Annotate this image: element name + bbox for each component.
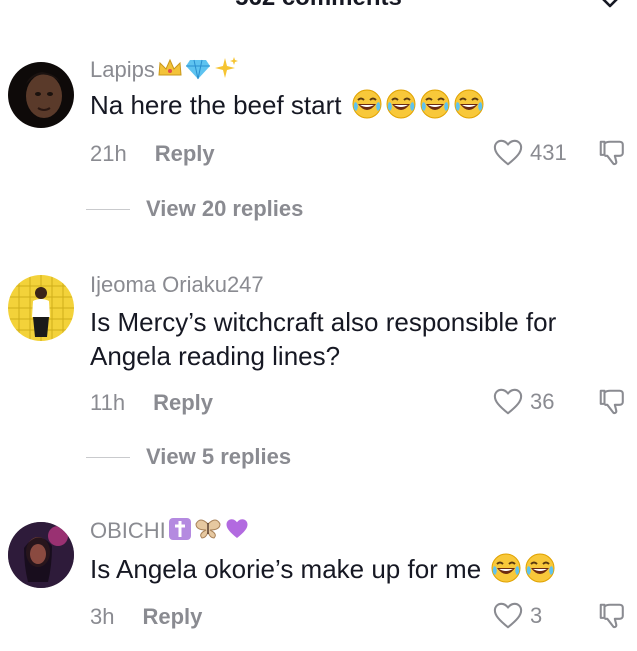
comment-meta: 3h Reply	[90, 604, 202, 630]
reply-button[interactable]: Reply	[142, 604, 202, 629]
laughing-tears-emoji-icon	[453, 88, 485, 128]
avatar[interactable]	[8, 275, 74, 341]
laughing-tears-emoji-icon	[385, 88, 417, 128]
comment-text: Is Angela okorie’s make up for me	[90, 552, 625, 592]
like-count: 431	[530, 140, 567, 165]
comment-username[interactable]: Ijeoma Oriaku247	[90, 272, 264, 298]
like-count: 3	[530, 603, 543, 628]
view-replies-button[interactable]: View 20 replies	[86, 196, 303, 222]
comment-time: 3h	[90, 604, 115, 629]
comment-time: 21h	[90, 141, 127, 166]
like-button[interactable]: 431	[492, 138, 567, 168]
close-button[interactable]	[597, 0, 623, 16]
thumbs-down-icon	[597, 601, 627, 631]
latin-cross-emoji-icon	[168, 517, 192, 547]
like-count: 36	[530, 389, 555, 414]
dislike-button[interactable]	[597, 387, 627, 417]
like-button[interactable]: 36	[492, 387, 554, 417]
like-button[interactable]: 3	[492, 601, 542, 631]
laughing-tears-emoji-icon	[351, 88, 383, 128]
laughing-tears-emoji-icon	[419, 88, 451, 128]
comment-meta: 11h Reply	[90, 390, 213, 416]
comments-header: 562 comments	[0, 0, 637, 30]
comment-text: Na here the beef start	[90, 88, 625, 128]
reply-button[interactable]: Reply	[153, 390, 213, 415]
gem-emoji-icon	[185, 56, 211, 86]
dislike-button[interactable]	[597, 138, 627, 168]
reply-button[interactable]: Reply	[155, 141, 215, 166]
butterfly-emoji-icon	[194, 518, 222, 546]
avatar[interactable]	[8, 522, 74, 588]
heart-icon	[492, 387, 524, 417]
sparkles-emoji-icon	[213, 56, 239, 86]
thumbs-down-icon	[597, 387, 627, 417]
view-replies-button[interactable]: View 5 replies	[86, 444, 291, 470]
heart-icon	[492, 601, 524, 631]
laughing-tears-emoji-icon	[524, 552, 556, 592]
dislike-button[interactable]	[597, 601, 627, 631]
avatar[interactable]	[8, 62, 74, 128]
replies-divider	[86, 208, 130, 210]
heart-icon	[492, 138, 524, 168]
thumbs-down-icon	[597, 138, 627, 168]
crown-emoji-icon	[157, 57, 183, 85]
comment-time: 11h	[90, 390, 126, 415]
comments-count-title: 562 comments	[0, 0, 637, 12]
laughing-tears-emoji-icon	[490, 552, 522, 592]
replies-divider	[86, 456, 130, 458]
comment-text: Is Mercy’s witchcraft also responsible f…	[90, 307, 557, 371]
close-chevron-icon	[602, 0, 618, 8]
comment-meta: 21h Reply	[90, 141, 215, 167]
comment-username[interactable]: Lapips	[90, 56, 239, 86]
purple-heart-emoji-icon	[224, 517, 250, 547]
comment-username[interactable]: OBICHI	[90, 517, 250, 547]
